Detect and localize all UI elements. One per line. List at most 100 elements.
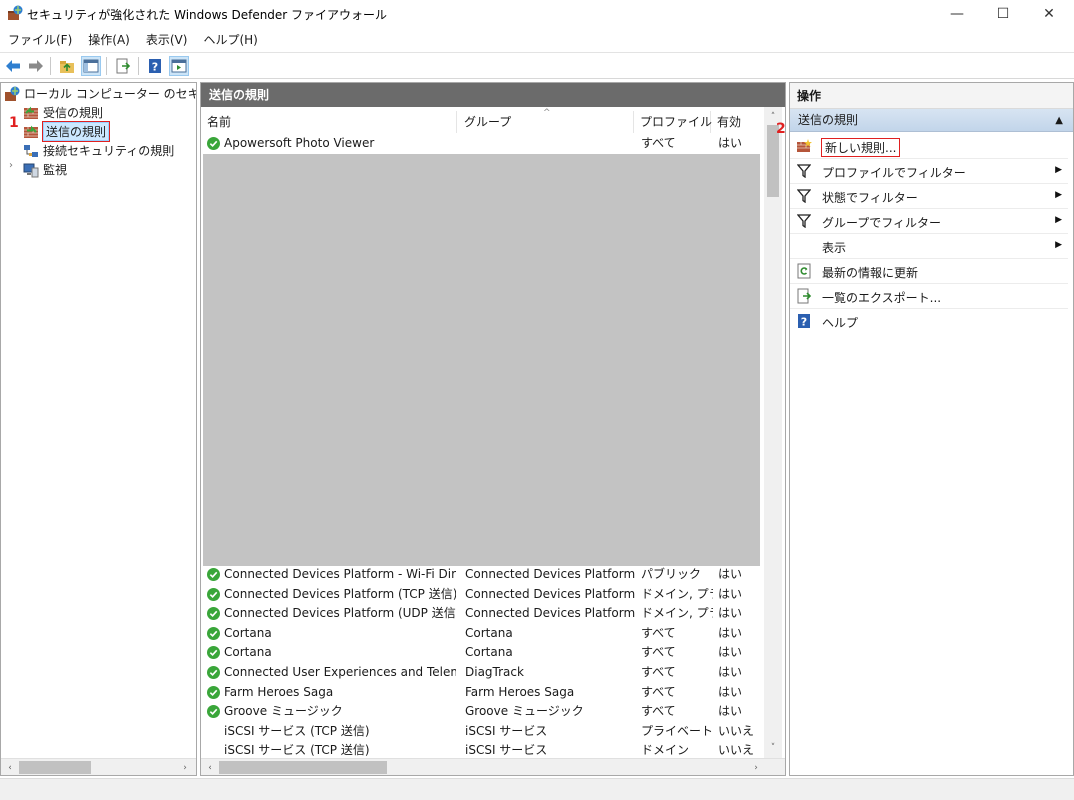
toolbar: ? [0,52,1074,79]
rule-group: Connected Devices Platform [465,567,635,581]
action-help[interactable]: ? ヘルプ [790,309,1068,334]
scroll-right-icon[interactable]: › [748,760,764,775]
rule-enabled: はい [718,684,743,699]
show-hide-action-pane-icon[interactable] [169,56,189,76]
list-horizontal-scrollbar[interactable]: ‹ › [201,758,785,775]
tree-item-inbound-rules[interactable]: 受信の規則 [23,103,103,122]
rule-group [465,134,635,153]
export-list-icon[interactable] [113,56,133,76]
action-refresh-label: 最新の情報に更新 [822,266,919,280]
tree-item-monitoring[interactable]: 監視 [23,160,67,179]
rule-enabled: はい [718,665,743,679]
collapse-icon[interactable]: ▲ [1055,109,1063,132]
table-row[interactable]: Connected Devices Platform (TCP 送信) Conne… [201,585,765,605]
rule-enabled: はい [718,645,743,660]
rule-group: iSCSI サービス [465,723,548,738]
rule-profile: すべて [641,136,676,150]
action-refresh[interactable]: 最新の情報に更新 [790,259,1068,284]
table-row[interactable]: Groove ミュージック Groove ミュージック すべて はい [201,702,765,722]
tree-item-outbound-rules[interactable]: 送信の規則 [23,121,111,142]
rule-name: Groove ミュージック [224,704,343,719]
pane-title: 送信の規則 [201,83,785,107]
list-vertical-scrollbar[interactable]: ˄ ˅ [764,107,782,759]
tree-horizontal-scrollbar[interactable]: ‹ › [1,758,196,775]
rule-group: Connected Devices Platform [465,606,635,621]
rule-name: Farm Heroes Saga [224,684,334,699]
menu-help[interactable]: ヘルプ(H) [195,30,265,50]
show-hide-tree-icon[interactable] [81,56,101,76]
action-filter-by-profile[interactable]: プロファイルでフィルター ▶ [790,159,1068,184]
help-icon[interactable]: ? [145,56,165,76]
rule-profile: パブリック [641,567,702,581]
action-new-rule-label: 新しい規則... [820,138,901,157]
rule-profile: すべて [641,684,676,699]
connection-security-icon [24,144,38,157]
scroll-thumb[interactable] [19,761,91,774]
action-filter-by-state[interactable]: 状態でフィルター ▶ [790,184,1068,209]
action-export-list[interactable]: 一覧のエクスポート... [790,284,1068,309]
rule-group: Cortana [465,645,513,660]
column-header-profile[interactable]: プロファイル [634,111,712,133]
actions-section-label: 送信の規則 [798,113,859,127]
scroll-right-icon[interactable]: › [177,760,193,775]
rule-group: Farm Heroes Saga [465,684,575,699]
callout-number-1: 1 [9,115,19,131]
column-headers: 名前 グループ プロファイル 有効 ^ [201,108,765,133]
menu-view[interactable]: 表示(V) [138,30,196,50]
column-header-enabled[interactable]: 有効 [711,111,765,133]
inbound-rules-icon [24,106,38,119]
action-filter-by-state-label: 状態でフィルター [822,191,918,205]
back-arrow-icon[interactable] [3,56,23,76]
tree-item-outbound-label: 送信の規則 [41,121,111,142]
forward-arrow-icon[interactable] [26,56,46,76]
close-button[interactable]: ✕ [1026,0,1072,28]
actions-section-header[interactable]: 送信の規則 ▲ [790,109,1073,132]
submenu-arrow-icon: ▶ [1055,240,1062,250]
tree-item-monitoring-label: 監視 [43,163,68,177]
table-row[interactable]: Connected User Experiences and Telemetry… [201,663,765,683]
callout-number-2: 2 [776,121,786,137]
action-new-rule[interactable]: 新しい規則... [790,134,1068,159]
rule-profile: ドメイン, プラ... [641,606,713,621]
up-folder-icon[interactable] [57,56,77,76]
maximize-button[interactable]: ☐ [980,0,1026,28]
rule-name: Cortana [224,625,272,640]
scroll-thumb[interactable] [219,761,387,774]
filter-icon [796,188,812,204]
action-view-label: 表示 [822,241,847,255]
enabled-check-icon [207,626,220,640]
actions-pane: 操作 送信の規則 ▲ 新しい規則... プロファイルでフィルター ▶ 状態でフィ… [789,82,1074,776]
rule-profile: すべて [641,645,676,660]
svg-text:?: ? [801,316,807,329]
menu-bar: ファイル(F) 操作(A) 表示(V) ヘルプ(H) [0,30,1074,50]
rule-enabled: はい [718,704,743,719]
tree-expander-icon[interactable]: › [9,160,13,171]
new-rule-icon [796,138,812,154]
table-row[interactable]: iSCSI サービス (TCP 送信) iSCSI サービス プライベート, ...… [201,722,765,742]
minimize-button[interactable]: — [934,0,980,28]
table-row[interactable]: Cortana Cortana すべて はい [201,643,765,663]
menu-action[interactable]: 操作(A) [80,30,138,50]
enabled-check-icon [207,568,220,581]
rule-enabled: はい [718,586,743,601]
tree-item-connection-security[interactable]: 接続セキュリティの規則 [23,141,174,160]
table-row[interactable]: Connected Devices Platform - Wi-Fi Direc… [201,565,765,585]
table-row[interactable]: Connected Devices Platform (UDP 送信) Conne… [201,604,765,624]
action-view[interactable]: 表示 ▶ [790,234,1068,259]
scroll-left-icon[interactable]: ‹ [202,760,218,775]
tree-root[interactable]: ローカル コンピューター のセキュリティカ [4,84,196,103]
table-row[interactable]: Farm Heroes Saga Farm Heroes Saga すべて はい [201,683,765,703]
enabled-check-icon [207,685,220,699]
enabled-check-icon [207,587,220,601]
scroll-left-icon[interactable]: ‹ [2,760,18,775]
table-row[interactable]: Cortana Cortana すべて はい [201,624,765,644]
action-filter-by-group[interactable]: グループでフィルター ▶ [790,209,1068,234]
submenu-arrow-icon: ▶ [1055,215,1062,225]
tree-item-connection-security-label: 接続セキュリティの規則 [43,144,175,158]
table-row[interactable]: Apowersoft Photo Viewer すべて はい [201,134,765,154]
enabled-check-icon [207,666,220,679]
menu-file[interactable]: ファイル(F) [0,30,80,50]
scroll-down-icon[interactable]: ˅ [766,741,780,755]
column-header-name[interactable]: 名前 [201,111,457,133]
rule-name: Connected User Experiences and Telemetry [224,665,456,679]
